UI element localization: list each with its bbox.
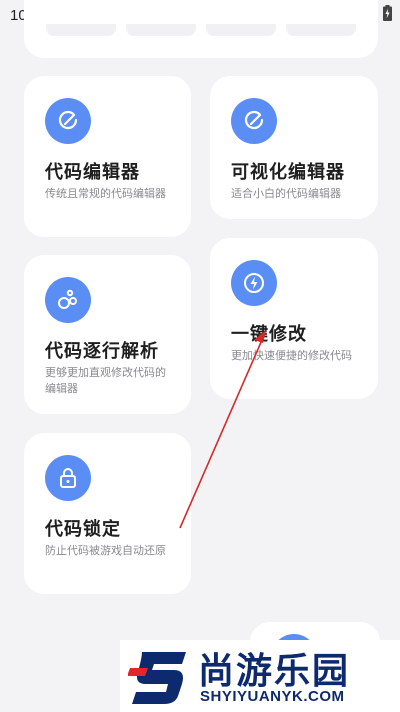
watermark: 尚游乐园 SHYIYUANYK.COM [120,640,400,712]
top-partial-card [24,0,378,58]
lightning-icon [231,260,277,306]
battery-charging-icon [383,5,392,25]
top-partial-item [46,24,116,36]
lock-icon [45,455,91,501]
card-description: 适合小白的代码编辑器 [231,187,341,200]
card-description: 更加快速便捷的修改代码 [231,349,352,362]
edit-pen-icon [231,98,277,144]
card-title: 代码逐行解析 [45,341,159,362]
top-partial-item [206,24,276,36]
bubbles-icon [45,277,91,323]
card-title: 代码锁定 [45,519,121,540]
card-visual-editor[interactable]: 可视化编辑器 适合小白的代码编辑器 [210,76,378,219]
card-title: 可视化编辑器 [231,162,345,183]
edit-pen-icon [45,98,91,144]
card-code-editor[interactable]: 代码编辑器 传统且常规的代码编辑器 [24,76,191,237]
card-description: 更够更加直观修改代码的编辑器 [45,366,166,395]
watermark-text-cn: 尚游乐园 [198,651,351,692]
top-partial-item [126,24,196,36]
card-description: 传统且常规的代码编辑器 [45,187,166,200]
card-line-parser[interactable]: 代码逐行解析 更够更加直观修改代码的编辑器 [24,255,191,414]
card-description: 防止代码被游戏自动还原 [45,544,166,557]
card-title: 一键修改 [231,324,307,345]
card-code-lock[interactable]: 代码锁定 防止代码被游戏自动还原 [24,433,191,594]
watermark-logo-icon [128,652,186,704]
card-one-key-modify[interactable]: 一键修改 更加快速便捷的修改代码 [210,238,378,399]
watermark-text-en: SHYIYUANYK.COM [200,688,345,705]
card-title: 代码编辑器 [45,162,140,183]
top-partial-item [286,24,356,36]
